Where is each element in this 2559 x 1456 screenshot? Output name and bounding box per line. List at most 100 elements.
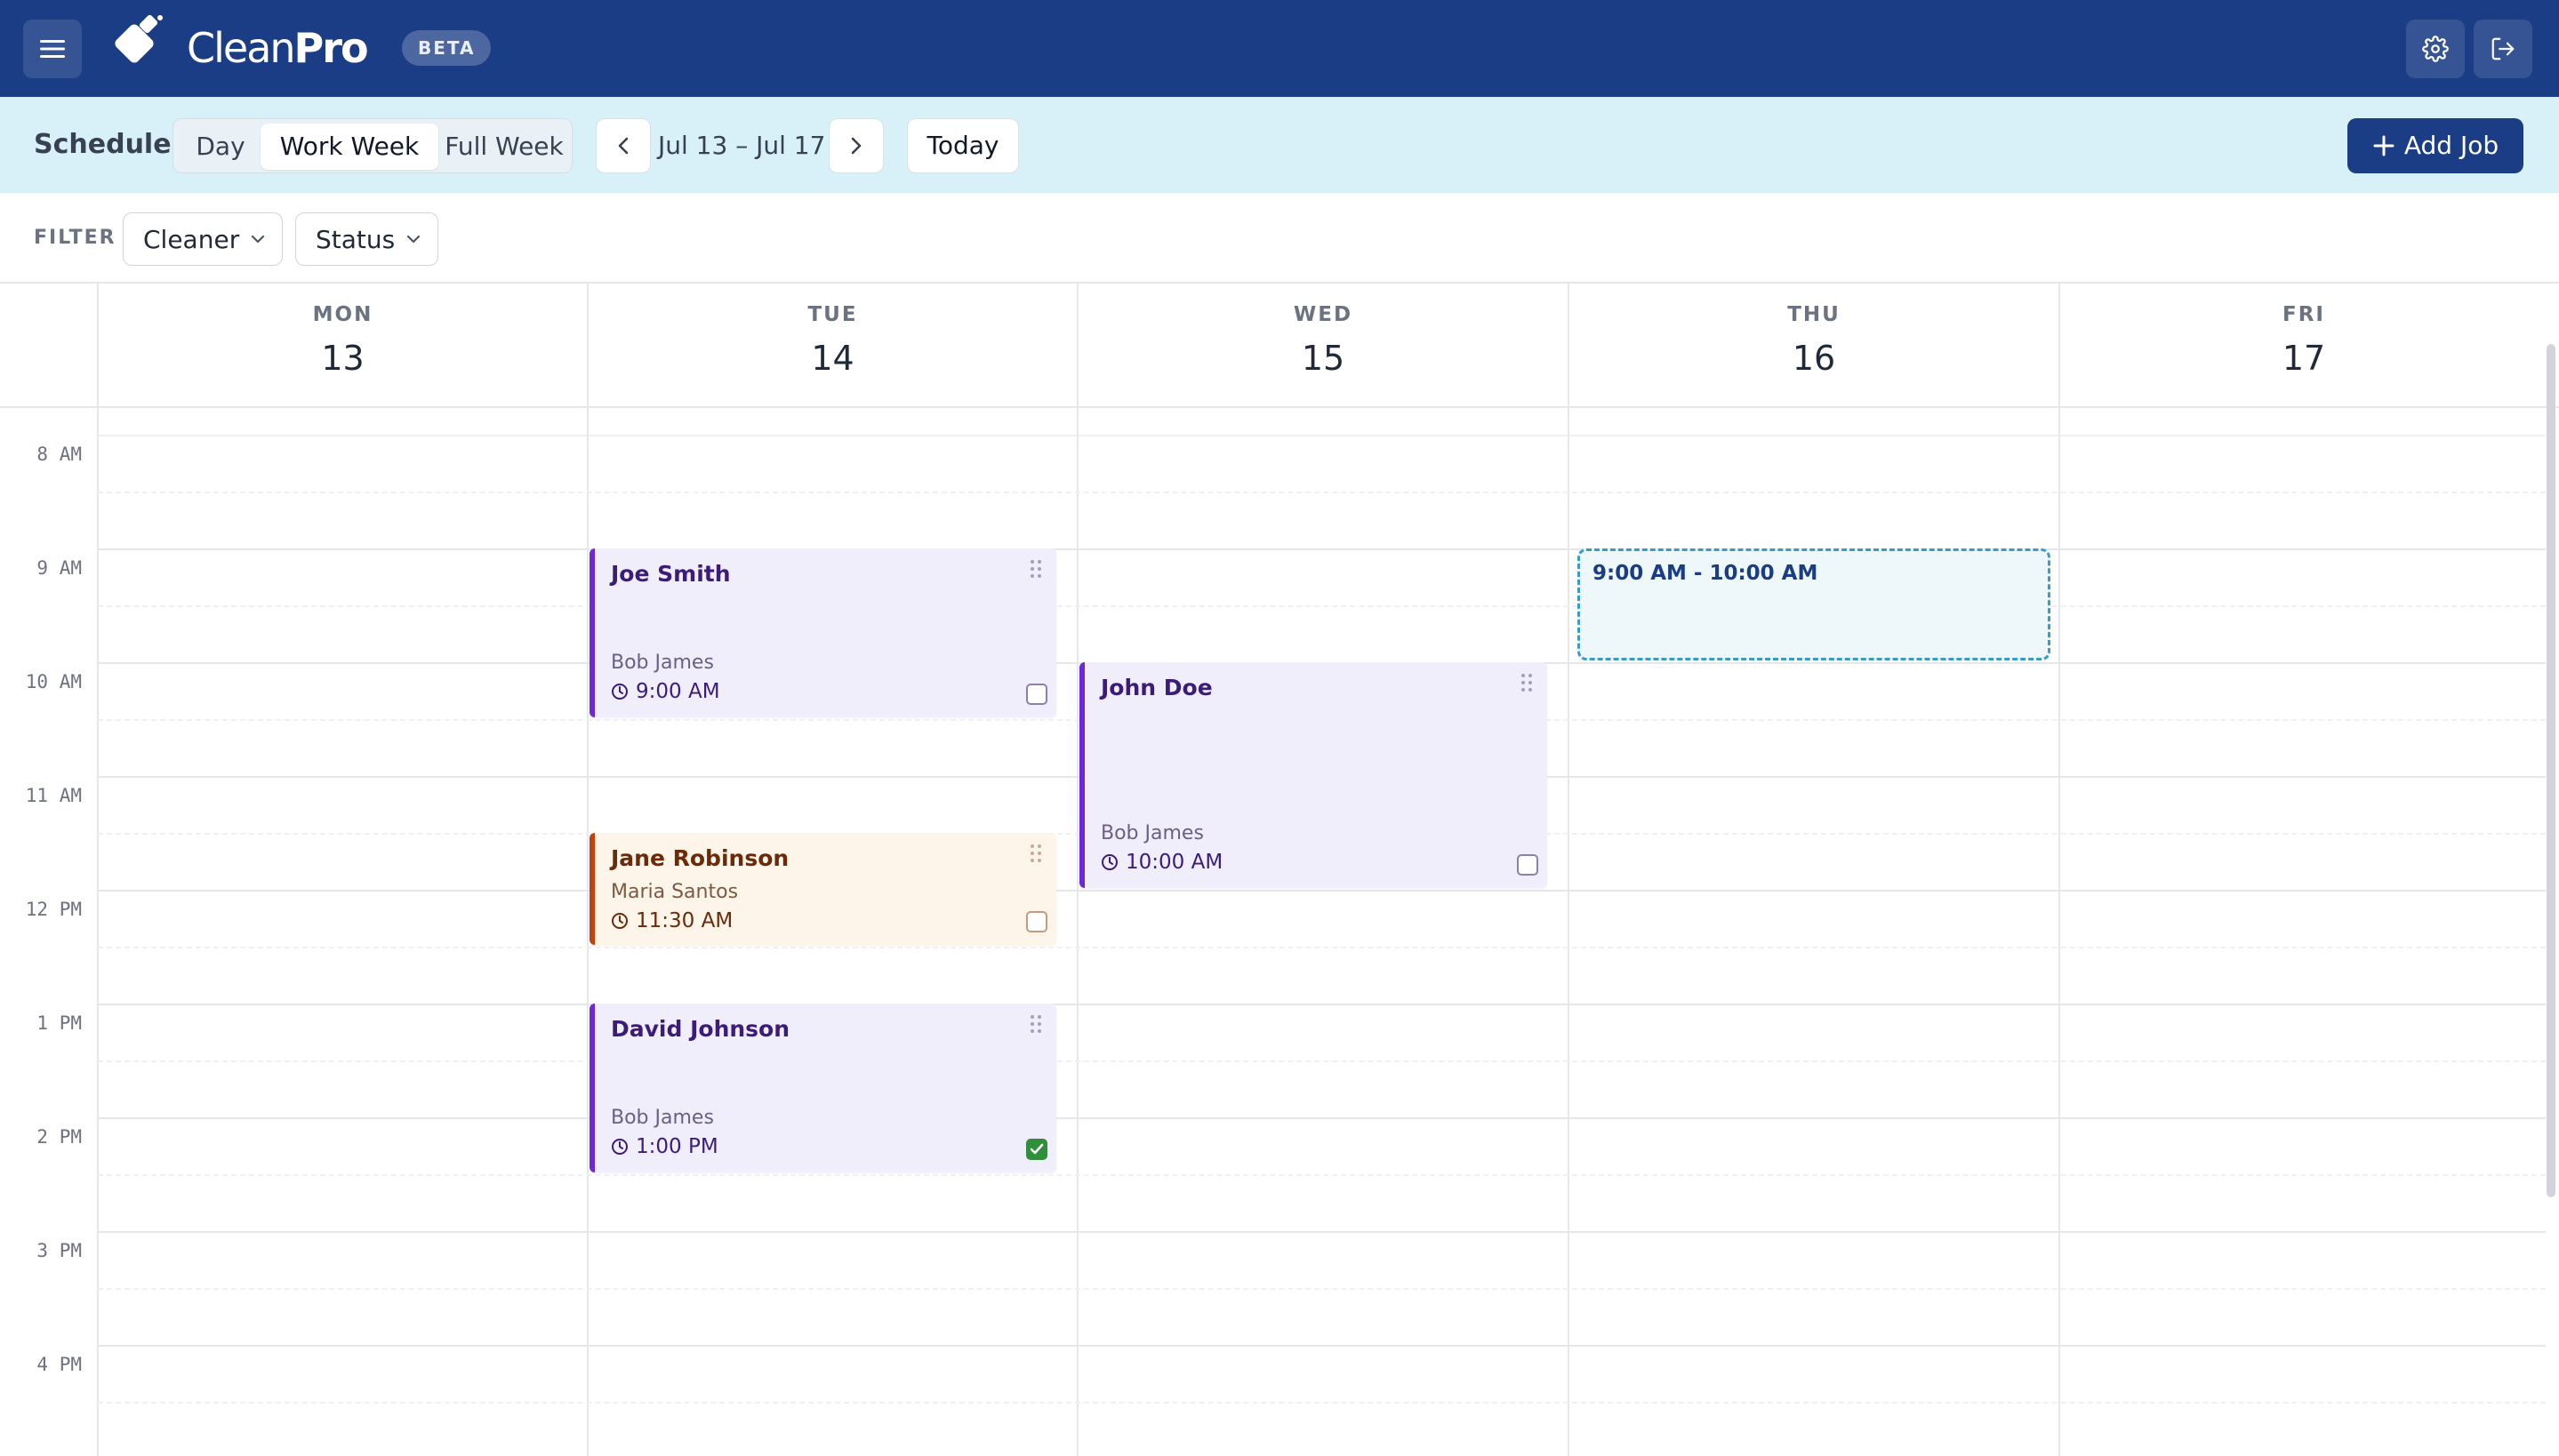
brand-name: CleanPro: [187, 24, 369, 72]
add-job-label: Add Job: [2403, 131, 2499, 160]
half-hour-line: [98, 1174, 2546, 1176]
gear-icon: [2422, 36, 2449, 62]
hour-line: [98, 1231, 2546, 1233]
event-client-name: David Johnson: [611, 1016, 790, 1042]
chevron-right-icon: [851, 137, 862, 155]
cleaner-filter-dropdown[interactable]: Cleaner: [123, 212, 284, 266]
chevron-down-icon: [252, 235, 265, 244]
time-label: 11 AM: [25, 785, 82, 806]
day-header-wed: WED 15: [1293, 303, 1353, 378]
plus-icon: [2373, 135, 2395, 156]
time-label: 3 PM: [36, 1240, 82, 1261]
new-job-selection[interactable]: 9:00 AM - 10:00 AM: [1577, 548, 2050, 660]
complete-checkbox[interactable]: [1026, 684, 1047, 705]
event-client-name: John Doe: [1101, 675, 1213, 700]
column-divider: [1568, 284, 1569, 1456]
date-range-label: Jul 13 – Jul 17: [658, 131, 826, 160]
cleanpro-logo-icon: [115, 14, 163, 63]
day-header-tue: TUE 14: [807, 303, 858, 378]
next-week-button[interactable]: [829, 118, 884, 173]
half-hour-line: [98, 947, 2546, 948]
hour-line: [98, 548, 2546, 550]
day-header-thu: THU 16: [1787, 303, 1841, 378]
status-filter-dropdown[interactable]: Status: [295, 212, 439, 266]
hour-line: [98, 1004, 2546, 1005]
complete-checkbox-checked[interactable]: [1026, 1139, 1047, 1160]
all-day-divider: [98, 435, 2546, 436]
calendar-grid: MON 13 TUE 14 WED 15 THU 16 FRI 17 8 AM …: [0, 284, 2559, 1456]
event-time: 11:30 AM: [611, 909, 733, 932]
drag-handle-icon[interactable]: [1026, 1012, 1046, 1036]
chevron-down-icon: [407, 235, 421, 244]
complete-checkbox[interactable]: [1517, 854, 1538, 876]
day-header-mon: MON 13: [312, 303, 373, 378]
drag-handle-icon[interactable]: [1026, 842, 1046, 865]
time-label: 2 PM: [36, 1126, 82, 1148]
filter-bar: FILTER Cleaner Status: [0, 193, 2559, 284]
clock-icon: [612, 1139, 628, 1155]
time-label: 12 PM: [25, 899, 82, 920]
view-work-week-button[interactable]: Work Week: [261, 124, 438, 170]
status-filter-label: Status: [316, 224, 396, 254]
event-cleaner-name: Bob James: [611, 652, 714, 674]
calendar-scrollbar[interactable]: [2547, 344, 2555, 1197]
add-job-button[interactable]: Add Job: [2347, 118, 2523, 173]
column-divider: [97, 284, 99, 1456]
time-label: 9 AM: [36, 557, 82, 579]
half-hour-line: [98, 492, 2546, 493]
complete-checkbox[interactable]: [1026, 911, 1047, 932]
half-hour-line: [98, 1060, 2546, 1062]
event-client-name: Joe Smith: [611, 561, 731, 587]
hour-line: [98, 1117, 2546, 1119]
time-label: 10 AM: [25, 671, 82, 692]
selection-time-range: 9:00 AM - 10:00 AM: [1592, 562, 1818, 585]
day-header-fri: FRI 17: [2282, 303, 2326, 378]
clock-icon: [612, 684, 628, 700]
cleaner-filter-label: Cleaner: [143, 224, 240, 254]
column-divider: [587, 284, 589, 1456]
clock-icon: [1102, 854, 1118, 870]
half-hour-line: [98, 1402, 2546, 1404]
event-client-name: Jane Robinson: [611, 845, 790, 871]
hour-line: [98, 890, 2546, 892]
drag-handle-icon[interactable]: [1026, 557, 1046, 580]
hamburger-icon: [40, 40, 65, 58]
settings-button[interactable]: [2406, 20, 2465, 78]
column-divider: [1077, 284, 1079, 1456]
job-event-john-doe[interactable]: John Doe Bob James 10:00 AM: [1079, 662, 1547, 888]
event-time: 9:00 AM: [611, 680, 720, 703]
time-label: 4 PM: [36, 1354, 82, 1375]
prev-week-button[interactable]: [596, 118, 651, 173]
checkmark-icon: [1030, 1143, 1044, 1155]
job-event-jane-robinson[interactable]: Jane Robinson Maria Santos 11:30 AM: [590, 833, 1056, 945]
clock-icon: [612, 913, 628, 929]
today-button[interactable]: Today: [907, 118, 1019, 173]
event-cleaner-name: Maria Santos: [611, 881, 739, 903]
header-divider: [0, 406, 2559, 408]
hour-line: [98, 1345, 2546, 1347]
beta-badge: BETA: [402, 30, 492, 66]
job-event-joe-smith[interactable]: Joe Smith Bob James 9:00 AM: [590, 548, 1056, 717]
page-title: Schedule: [34, 129, 172, 160]
drag-handle-icon[interactable]: [1517, 671, 1536, 694]
event-time: 10:00 AM: [1101, 851, 1223, 874]
chevron-left-icon: [618, 137, 629, 155]
logout-button[interactable]: [2474, 20, 2532, 78]
view-full-week-button[interactable]: Full Week: [438, 124, 570, 170]
top-bar: CleanPro BETA: [0, 0, 2559, 97]
event-cleaner-name: Bob James: [1101, 822, 1204, 844]
time-label: 8 AM: [36, 444, 82, 465]
view-day-button[interactable]: Day: [180, 124, 261, 170]
event-time: 1:00 PM: [611, 1135, 718, 1158]
logout-icon: [2491, 37, 2515, 60]
time-label: 1 PM: [36, 1012, 82, 1034]
view-switcher: Day Work Week Full Week: [172, 118, 573, 173]
half-hour-line: [98, 1288, 2546, 1290]
schedule-toolbar: Schedule Day Work Week Full Week Jul 13 …: [0, 97, 2559, 193]
half-hour-line: [98, 605, 2546, 607]
job-event-david-johnson[interactable]: David Johnson Bob James 1:00 PM: [590, 1004, 1056, 1172]
filter-label: FILTER: [34, 227, 116, 249]
event-cleaner-name: Bob James: [611, 1107, 714, 1129]
menu-button[interactable]: [23, 20, 82, 78]
column-divider: [2058, 284, 2060, 1456]
